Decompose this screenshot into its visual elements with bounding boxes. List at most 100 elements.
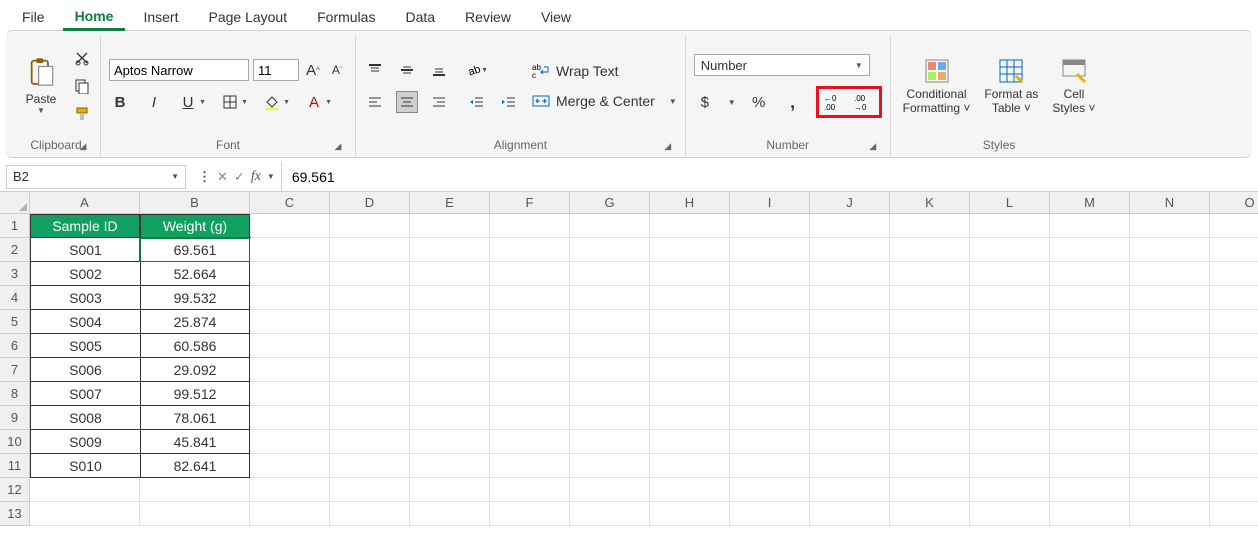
- cell-styles-button[interactable]: CellStyles ˅: [1048, 57, 1099, 116]
- cell-D12[interactable]: [330, 478, 410, 502]
- cell-L2[interactable]: [970, 238, 1050, 262]
- cell-G7[interactable]: [570, 358, 650, 382]
- cell-L6[interactable]: [970, 334, 1050, 358]
- cell-C11[interactable]: [250, 454, 330, 478]
- cell-F8[interactable]: [490, 382, 570, 406]
- cell-O4[interactable]: [1210, 286, 1258, 310]
- cell-F5[interactable]: [490, 310, 570, 334]
- cell-J7[interactable]: [810, 358, 890, 382]
- cell-E2[interactable]: [410, 238, 490, 262]
- cell-B12[interactable]: [140, 478, 250, 502]
- align-center-button[interactable]: [396, 91, 418, 113]
- cell-C9[interactable]: [250, 406, 330, 430]
- row-header-6[interactable]: 6: [0, 334, 30, 358]
- cell-I8[interactable]: [730, 382, 810, 406]
- underline-button[interactable]: U▼: [177, 91, 199, 113]
- cell-N7[interactable]: [1130, 358, 1210, 382]
- font-launcher[interactable]: ◢: [331, 139, 345, 153]
- cell-F13[interactable]: [490, 502, 570, 526]
- cell-N11[interactable]: [1130, 454, 1210, 478]
- cell-I4[interactable]: [730, 286, 810, 310]
- cell-B4[interactable]: 99.532: [140, 286, 250, 310]
- cell-G10[interactable]: [570, 430, 650, 454]
- format-as-table-button[interactable]: Format asTable ˅: [980, 57, 1042, 116]
- cell-F11[interactable]: [490, 454, 570, 478]
- cell-L5[interactable]: [970, 310, 1050, 334]
- cell-B8[interactable]: 99.512: [140, 382, 250, 406]
- cell-L11[interactable]: [970, 454, 1050, 478]
- cell-N5[interactable]: [1130, 310, 1210, 334]
- tab-data[interactable]: Data: [393, 5, 447, 29]
- cell-K10[interactable]: [890, 430, 970, 454]
- cell-A3[interactable]: S002: [30, 262, 140, 286]
- copy-button[interactable]: [72, 76, 92, 96]
- cell-I11[interactable]: [730, 454, 810, 478]
- cell-H5[interactable]: [650, 310, 730, 334]
- cell-B6[interactable]: 60.586: [140, 334, 250, 358]
- column-header-B[interactable]: B: [140, 192, 250, 214]
- cell-D11[interactable]: [330, 454, 410, 478]
- column-header-I[interactable]: I: [730, 192, 810, 214]
- cell-N1[interactable]: [1130, 214, 1210, 238]
- cell-H13[interactable]: [650, 502, 730, 526]
- number-launcher[interactable]: ◢: [866, 139, 880, 153]
- tab-home[interactable]: Home: [63, 4, 126, 31]
- enter-formula-button[interactable]: ✓: [234, 169, 245, 185]
- cell-K3[interactable]: [890, 262, 970, 286]
- cell-G1[interactable]: [570, 214, 650, 238]
- cell-C10[interactable]: [250, 430, 330, 454]
- cell-M12[interactable]: [1050, 478, 1130, 502]
- cell-E3[interactable]: [410, 262, 490, 286]
- cell-N2[interactable]: [1130, 238, 1210, 262]
- cell-H10[interactable]: [650, 430, 730, 454]
- cell-G6[interactable]: [570, 334, 650, 358]
- cell-L13[interactable]: [970, 502, 1050, 526]
- cell-O1[interactable]: [1210, 214, 1258, 238]
- paste-button[interactable]: Paste ▼: [20, 57, 62, 115]
- cancel-formula-button[interactable]: ✕: [217, 169, 228, 185]
- cell-A1[interactable]: Sample ID: [30, 214, 140, 238]
- cell-H12[interactable]: [650, 478, 730, 502]
- cell-A11[interactable]: S010: [30, 454, 140, 478]
- tab-view[interactable]: View: [529, 5, 583, 29]
- cell-G13[interactable]: [570, 502, 650, 526]
- cell-K7[interactable]: [890, 358, 970, 382]
- cell-H3[interactable]: [650, 262, 730, 286]
- cell-C6[interactable]: [250, 334, 330, 358]
- row-header-3[interactable]: 3: [0, 262, 30, 286]
- cell-E9[interactable]: [410, 406, 490, 430]
- cell-L10[interactable]: [970, 430, 1050, 454]
- row-header-12[interactable]: 12: [0, 478, 30, 502]
- cell-I7[interactable]: [730, 358, 810, 382]
- cell-O2[interactable]: [1210, 238, 1258, 262]
- cell-O5[interactable]: [1210, 310, 1258, 334]
- number-format-select[interactable]: Number ▼: [694, 54, 870, 76]
- cell-B5[interactable]: 25.874: [140, 310, 250, 334]
- cell-B7[interactable]: 29.092: [140, 358, 250, 382]
- cell-K11[interactable]: [890, 454, 970, 478]
- cell-F6[interactable]: [490, 334, 570, 358]
- cell-B2[interactable]: 69.561: [140, 238, 250, 262]
- cell-I10[interactable]: [730, 430, 810, 454]
- cell-H7[interactable]: [650, 358, 730, 382]
- row-header-7[interactable]: 7: [0, 358, 30, 382]
- alignment-launcher[interactable]: ◢: [661, 139, 675, 153]
- column-header-E[interactable]: E: [410, 192, 490, 214]
- cell-D5[interactable]: [330, 310, 410, 334]
- merge-center-button[interactable]: Merge & Center ▼: [532, 93, 677, 109]
- cell-M1[interactable]: [1050, 214, 1130, 238]
- cell-O6[interactable]: [1210, 334, 1258, 358]
- cell-L1[interactable]: [970, 214, 1050, 238]
- cell-H8[interactable]: [650, 382, 730, 406]
- cell-H2[interactable]: [650, 238, 730, 262]
- wrap-text-button[interactable]: abc Wrap Text: [532, 63, 677, 79]
- cell-C4[interactable]: [250, 286, 330, 310]
- cell-M9[interactable]: [1050, 406, 1130, 430]
- cell-K8[interactable]: [890, 382, 970, 406]
- cell-N8[interactable]: [1130, 382, 1210, 406]
- cell-D9[interactable]: [330, 406, 410, 430]
- cell-O10[interactable]: [1210, 430, 1258, 454]
- cell-O9[interactable]: [1210, 406, 1258, 430]
- cell-J10[interactable]: [810, 430, 890, 454]
- cell-N4[interactable]: [1130, 286, 1210, 310]
